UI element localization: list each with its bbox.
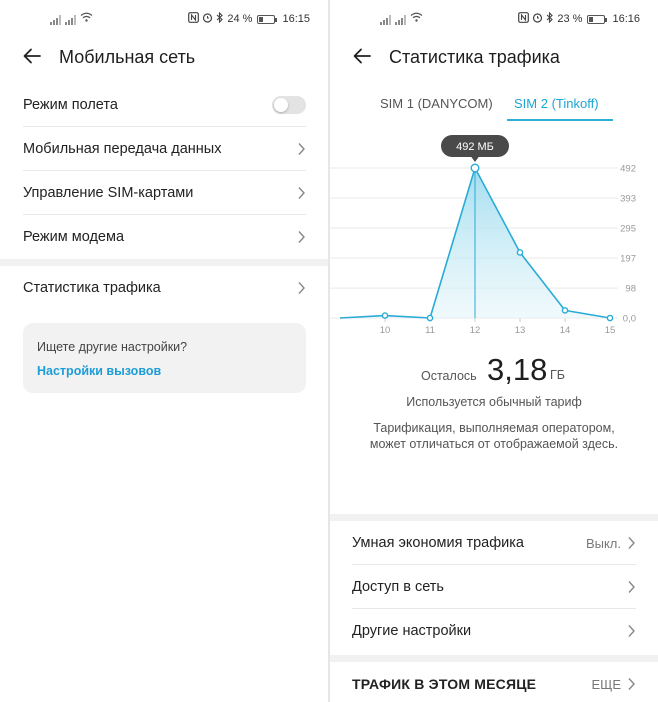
plan-text: Используется обычный тариф — [406, 395, 582, 409]
back-arrow-icon[interactable] — [22, 46, 42, 66]
x-tick-label: 13 — [515, 325, 526, 336]
mobile-data-row[interactable]: Мобильная передача данных — [23, 127, 306, 171]
sim-management-row[interactable]: Управление SIM-картами — [23, 171, 306, 215]
x-tick-label: 11 — [425, 325, 435, 336]
wifi-icon — [80, 12, 93, 25]
alarm-icon — [532, 12, 543, 26]
sim-management-label: Управление SIM-картами — [23, 185, 194, 201]
bluetooth-icon — [216, 11, 224, 26]
call-settings-link[interactable]: Настройки вызовов — [37, 364, 161, 378]
monthly-traffic-more[interactable]: ЕЩЕ — [591, 677, 621, 692]
signal-sim2-icon — [395, 15, 406, 25]
traffic-stats-label: Статистика трафика — [23, 280, 161, 296]
page-title: Статистика трафика — [389, 47, 560, 67]
airplane-mode-row[interactable]: Режим полета — [23, 83, 306, 127]
nfc-icon — [188, 12, 200, 26]
smart-saving-row[interactable]: Умная экономия трафика Выкл. — [352, 521, 636, 565]
chevron-right-icon — [298, 282, 305, 294]
section-separator — [0, 259, 328, 266]
network-access-row[interactable]: Доступ в сеть — [352, 565, 636, 609]
traffic-stats-row[interactable]: Статистика трафика — [23, 266, 306, 310]
sim-tabs: SIM 1 (DANYCOM) SIM 2 (Tinkoff) — [330, 96, 658, 124]
chevron-right-icon — [628, 625, 635, 637]
chevron-right-icon — [628, 537, 635, 549]
traffic-stats-screen: 23 % 16:16 Статистика трафика SIM 1 (DAN… — [330, 0, 658, 702]
airplane-mode-label: Режим полета — [23, 97, 118, 113]
y-tick-label: 492 — [620, 164, 636, 175]
signal-indicators — [50, 12, 93, 25]
chevron-right-icon — [628, 678, 635, 690]
remaining-data: Осталось 3,18 ГБ — [330, 352, 658, 392]
tooltip-pointer — [471, 156, 479, 162]
battery-icon — [587, 14, 608, 24]
x-tick-label: 12 — [470, 325, 481, 336]
y-tick-label: 295 — [620, 224, 636, 235]
remaining-value: 3,18 — [487, 352, 548, 387]
billing-note: Тарификация, выполняемая оператором, мож… — [350, 420, 638, 452]
other-settings-row[interactable]: Другие настройки — [352, 609, 636, 653]
chevron-right-icon — [298, 231, 305, 243]
y-tick-label: 98 — [625, 284, 636, 295]
status-time: 16:16 — [612, 13, 640, 25]
battery-percent: 24 % — [227, 13, 253, 25]
smart-saving-label: Умная экономия трафика — [352, 535, 524, 551]
x-tick-label: 15 — [605, 325, 616, 336]
section-separator — [330, 514, 658, 521]
network-access-label: Доступ в сеть — [352, 579, 444, 595]
y-tick-label: 0,0 — [623, 314, 636, 325]
app-bar: Мобильная сеть — [0, 38, 328, 78]
tethering-row[interactable]: Режим модема — [23, 215, 306, 259]
signal-sim2-icon — [65, 15, 76, 25]
chevron-right-icon — [628, 581, 635, 593]
smart-saving-value: Выкл. — [585, 535, 621, 551]
data-point — [561, 307, 569, 314]
other-settings-question: Ищете другие настройки? — [37, 340, 188, 354]
battery-percent: 23 % — [557, 13, 583, 25]
alarm-icon — [202, 12, 213, 26]
active-tab-indicator — [507, 119, 613, 121]
status-bar: 24 % 16:15 — [0, 0, 328, 34]
section-separator — [330, 655, 658, 662]
data-point — [426, 314, 434, 322]
signal-indicators — [380, 12, 423, 25]
remaining-label: Осталось — [421, 369, 477, 383]
other-settings-card: Ищете другие настройки? Настройки вызово… — [23, 323, 306, 393]
data-point — [606, 314, 614, 322]
billing-note-line: Тарификация, выполняемая оператором, — [373, 421, 615, 435]
data-point — [516, 249, 524, 256]
airplane-mode-toggle[interactable] — [272, 96, 306, 114]
monthly-traffic-header[interactable]: ТРАФИК В ЭТОМ МЕСЯЦЕ ЕЩЕ — [352, 662, 636, 702]
y-tick-label: 393 — [620, 194, 636, 205]
other-settings-label: Другие настройки — [352, 623, 472, 639]
mobile-data-label: Мобильная передача данных — [23, 141, 222, 157]
tethering-label: Режим модема — [23, 229, 125, 245]
data-point — [381, 312, 389, 319]
battery-icon — [257, 14, 278, 24]
monthly-traffic-label: ТРАФИК В ЭТОМ МЕСЯЦЕ — [352, 676, 537, 692]
tab-sim1[interactable]: SIM 1 (DANYCOM) — [380, 96, 493, 111]
signal-sim1-icon — [50, 15, 61, 25]
status-bar: 23 % 16:16 — [330, 0, 658, 34]
tab-sim2[interactable]: SIM 2 (Tinkoff) — [514, 96, 599, 111]
nfc-icon — [518, 12, 530, 26]
data-point — [470, 163, 480, 173]
mobile-network-screen: 24 % 16:15 Мобильная сеть Режим полета М… — [0, 0, 328, 702]
bluetooth-icon — [546, 11, 554, 26]
chevron-right-icon — [298, 143, 305, 155]
back-arrow-icon[interactable] — [352, 46, 372, 66]
wifi-icon — [410, 12, 423, 25]
remaining-unit: ГБ — [550, 368, 565, 382]
x-tick-label: 10 — [380, 325, 391, 336]
tooltip-label: 492 МБ — [456, 141, 494, 153]
status-time: 16:15 — [282, 13, 310, 25]
y-tick-label: 197 — [620, 253, 636, 264]
x-tick-label: 14 — [560, 325, 571, 336]
billing-note-line: может отличаться от отображаемой здесь. — [369, 437, 619, 451]
signal-sim1-icon — [380, 15, 391, 25]
page-title: Мобильная сеть — [59, 47, 196, 67]
app-bar: Статистика трафика — [330, 38, 658, 78]
traffic-chart: 492 393 295 197 98 0,0 10 11 12 13 14 15 492 МБ — [330, 135, 636, 336]
chevron-right-icon — [298, 187, 305, 199]
